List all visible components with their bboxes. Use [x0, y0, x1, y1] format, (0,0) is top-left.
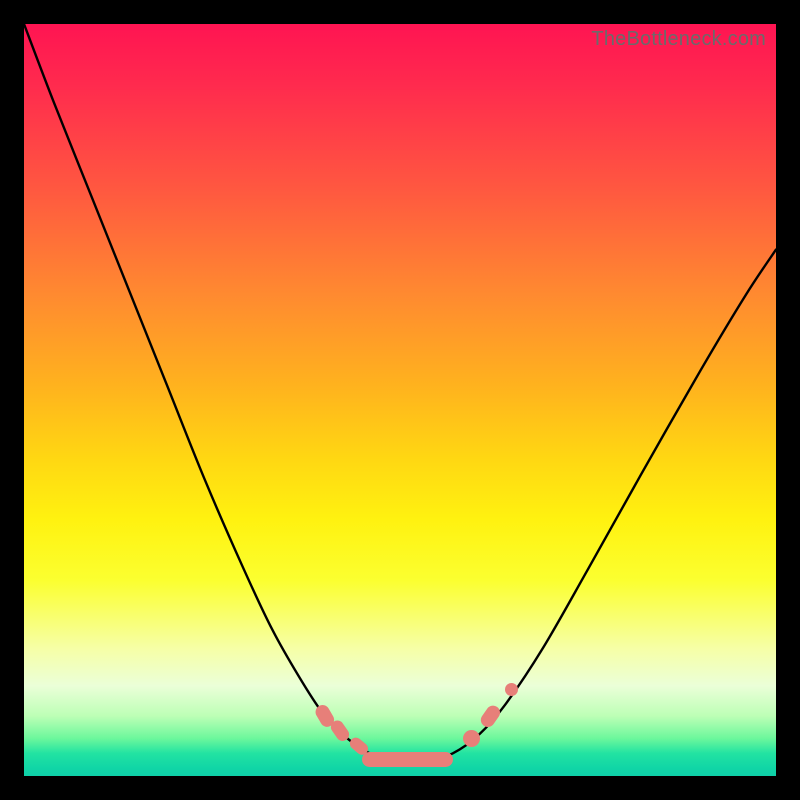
v-curve	[24, 24, 776, 776]
marker-right-dot-low	[463, 730, 480, 747]
plot-area: TheBottleneck.com	[24, 24, 776, 776]
outer-frame: TheBottleneck.com	[0, 0, 800, 800]
marker-bottom-bar	[362, 752, 452, 767]
